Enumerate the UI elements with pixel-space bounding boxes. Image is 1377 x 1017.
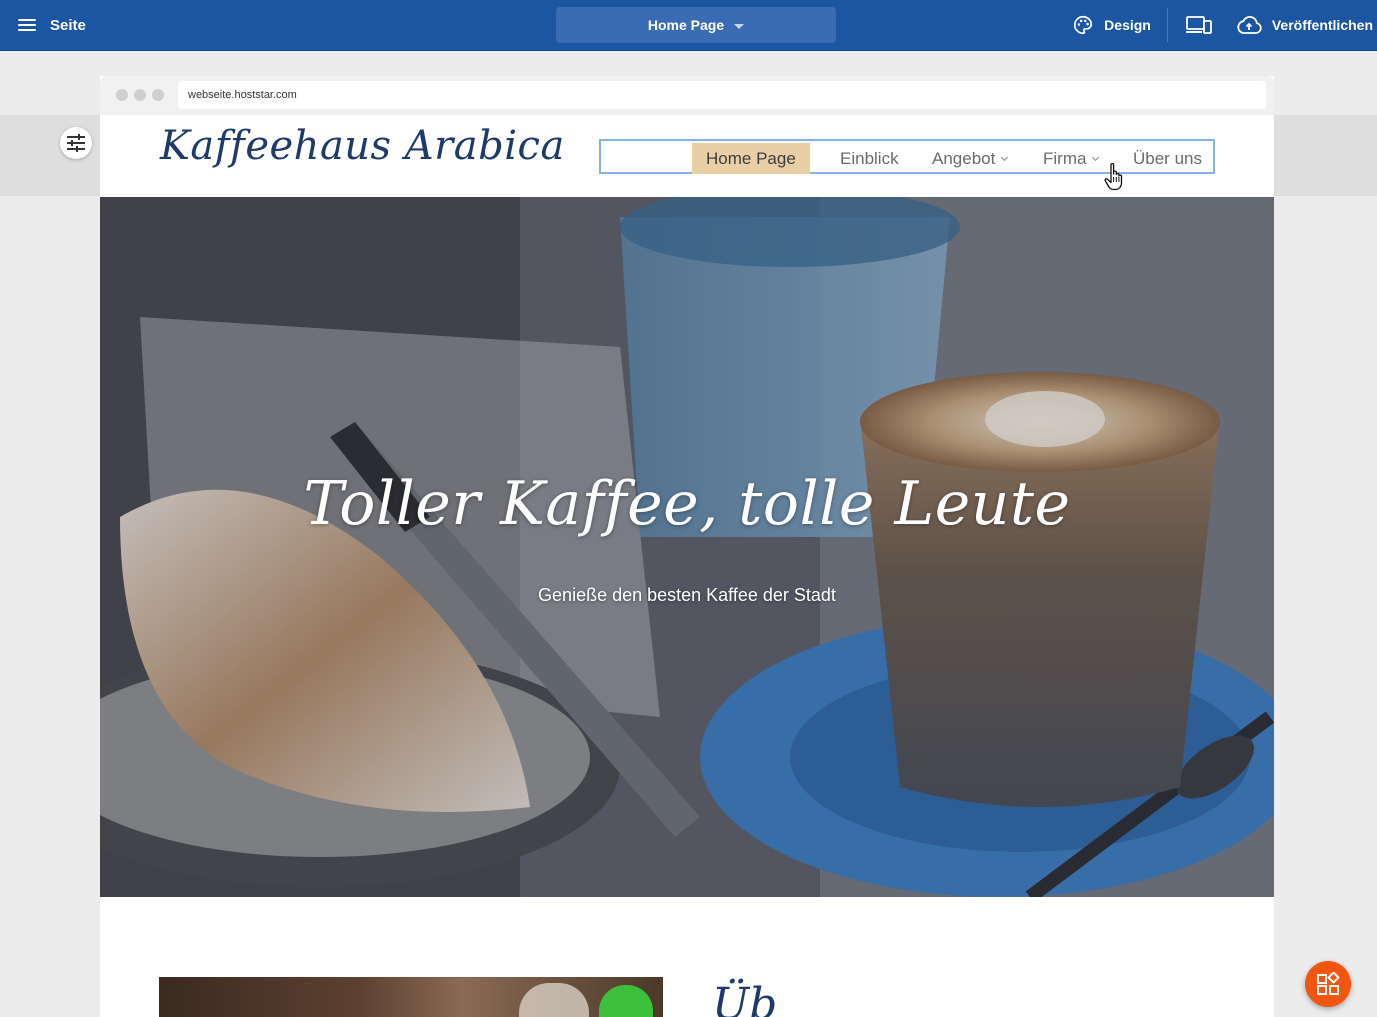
nav-item-angebot[interactable]: Angebot	[932, 143, 1009, 174]
add-widget-button[interactable]	[1305, 961, 1351, 1007]
green-cup-shape	[599, 985, 653, 1017]
nav-item-einblick[interactable]: Einblick	[840, 143, 899, 174]
nav-item-label: Home Page	[706, 149, 796, 168]
page-menu-label: Seite	[50, 16, 86, 34]
hero-title[interactable]: Toller Kaffee, tolle Leute	[100, 469, 1274, 539]
chevron-down-icon	[1092, 153, 1100, 161]
site-header: Kaffeehaus Arabica Home Page Einblick An…	[100, 115, 1274, 197]
hamburger-icon	[18, 18, 38, 32]
nav-item-label: Über uns	[1133, 149, 1202, 168]
publish-button[interactable]: Veröffentlichen	[1236, 15, 1373, 35]
tune-sliders-icon	[67, 134, 85, 152]
section-settings-button[interactable]	[60, 127, 92, 159]
nav-item-label: Firma	[1043, 149, 1087, 168]
toolbar-right-tools: Design Veröffentlichen	[1072, 0, 1373, 50]
nav-item-label: Angebot	[932, 149, 996, 168]
hand-pointer-icon	[1104, 162, 1123, 191]
content-section: Üb	[100, 897, 1274, 1017]
nav-item-label: Einblick	[840, 149, 899, 168]
page-select-label: Home Page	[647, 17, 725, 33]
editor-toolbar: Seite Home Page Design Veröffentlichen	[0, 0, 1377, 51]
cup-shape	[519, 983, 589, 1017]
publish-label: Veröffentlichen	[1271, 17, 1373, 33]
device-preview-button[interactable]	[1168, 15, 1236, 35]
content-image[interactable]	[159, 977, 663, 1017]
window-dot-icon	[152, 89, 164, 101]
window-dot-icon	[116, 89, 128, 101]
design-button[interactable]: Design	[1072, 14, 1167, 36]
devices-icon	[1185, 16, 1212, 34]
site-logo[interactable]: Kaffeehaus Arabica	[160, 123, 565, 169]
chevron-down-icon	[1001, 153, 1009, 161]
widgets-icon	[1317, 972, 1340, 995]
design-label: Design	[1104, 17, 1151, 33]
window-dots	[116, 89, 164, 101]
nav-item-firma[interactable]: Firma	[1043, 143, 1100, 174]
section-heading[interactable]: Üb	[712, 983, 777, 1017]
page-menu-button[interactable]: Seite	[18, 13, 86, 37]
cloud-upload-icon	[1237, 16, 1262, 34]
address-bar: webseite.hoststar.com	[178, 81, 1266, 109]
nav-item-ueber-uns[interactable]: Über uns	[1133, 143, 1202, 174]
hero-section[interactable]: Toller Kaffee, tolle Leute Genieße den b…	[100, 197, 1274, 897]
caret-down-icon	[734, 23, 745, 29]
page-select-dropdown[interactable]: Home Page	[556, 7, 836, 43]
hero-subtitle[interactable]: Genieße den besten Kaffee der Stadt	[100, 585, 1274, 606]
palette-icon	[1074, 15, 1093, 35]
nav-item-home-page[interactable]: Home Page	[692, 143, 810, 174]
hero-background-image	[100, 197, 1274, 897]
browser-chrome: webseite.hoststar.com	[100, 76, 1274, 115]
window-dot-icon	[134, 89, 146, 101]
